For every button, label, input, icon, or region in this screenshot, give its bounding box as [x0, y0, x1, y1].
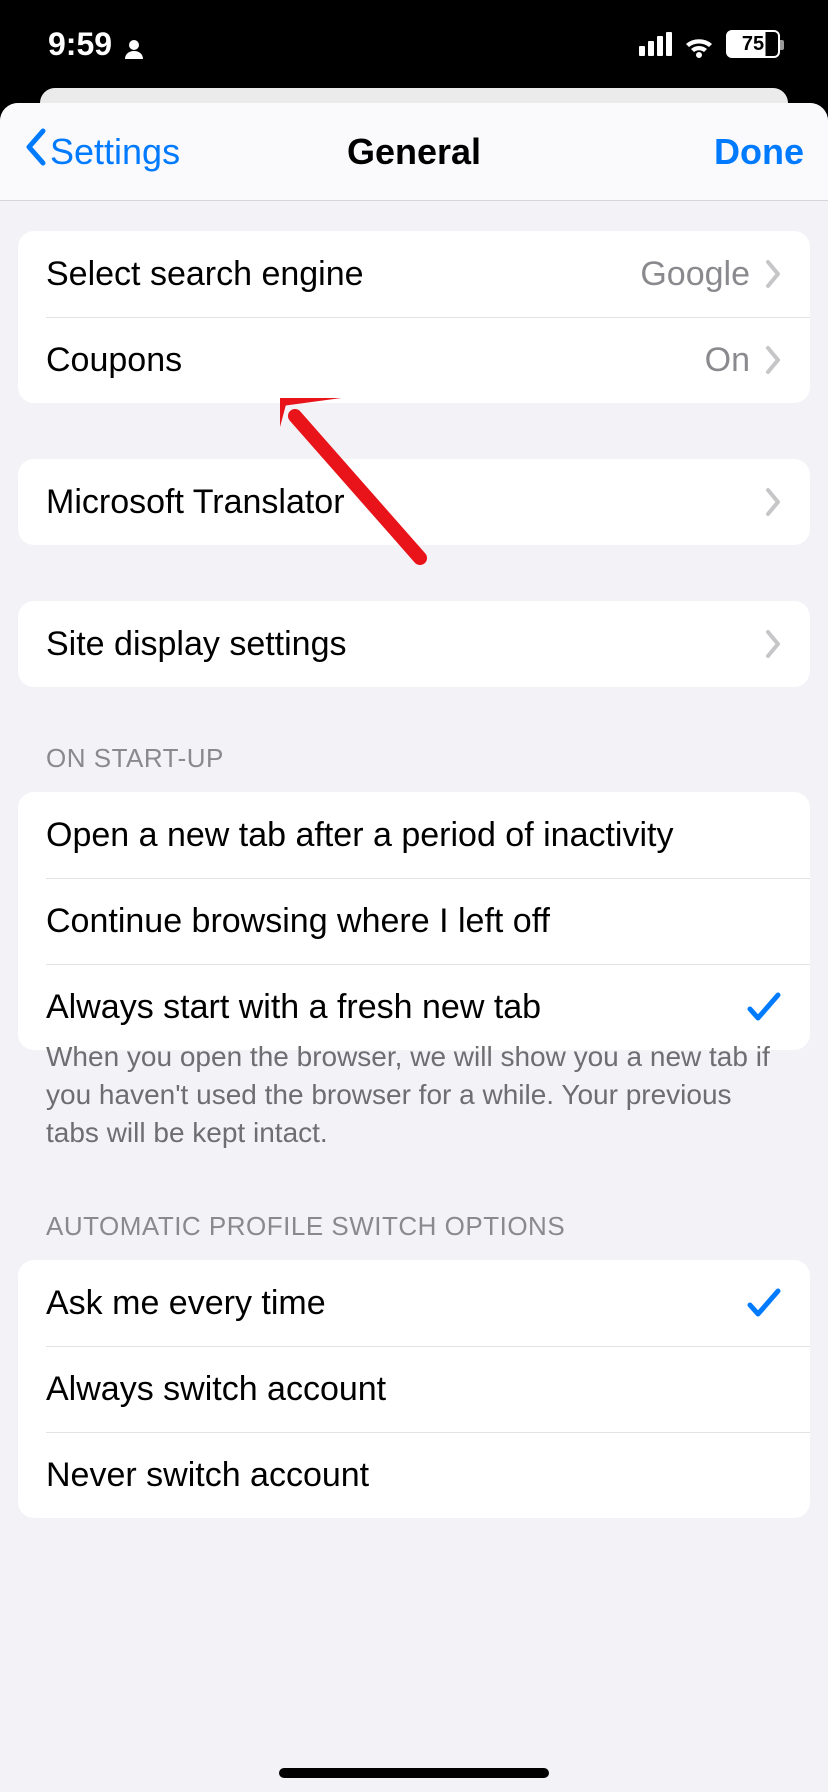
settings-group-translator: Microsoft Translator [18, 459, 810, 545]
row-startup-fresh[interactable]: Always start with a fresh new tab [18, 964, 810, 1050]
section-header-startup: ON START-UP [18, 743, 810, 792]
nav-bar: Settings General Done [0, 103, 828, 201]
settings-group-profile-switch: Ask me every time Always switch account … [18, 1260, 810, 1518]
battery-percent: 75 [742, 33, 764, 56]
chevron-right-icon [764, 259, 782, 289]
row-profile-always[interactable]: Always switch account [18, 1346, 810, 1432]
chevron-right-icon [764, 487, 782, 517]
home-indicator[interactable] [279, 1768, 549, 1778]
wifi-icon [684, 32, 714, 56]
status-bar: 9:59 75 [0, 0, 828, 88]
row-label: Microsoft Translator [46, 483, 764, 522]
row-site-display-settings[interactable]: Site display settings [18, 601, 810, 687]
row-startup-inactivity[interactable]: Open a new tab after a period of inactiv… [18, 792, 810, 878]
row-profile-never[interactable]: Never switch account [18, 1432, 810, 1518]
settings-group-basics: Select search engine Google Coupons On [18, 231, 810, 403]
row-microsoft-translator[interactable]: Microsoft Translator [18, 459, 810, 545]
chevron-left-icon [24, 128, 46, 176]
row-profile-ask[interactable]: Ask me every time [18, 1260, 810, 1346]
row-label: Open a new tab after a period of inactiv… [46, 816, 782, 855]
back-label: Settings [50, 131, 180, 173]
modal-backdrop-peek [40, 88, 788, 103]
row-label: Site display settings [46, 625, 764, 664]
row-label: Coupons [46, 341, 705, 380]
settings-group-site-display: Site display settings [18, 601, 810, 687]
cellular-signal-icon [639, 32, 672, 56]
section-header-profile-switch: AUTOMATIC PROFILE SWITCH OPTIONS [18, 1211, 810, 1260]
chevron-right-icon [764, 345, 782, 375]
back-button[interactable]: Settings [24, 128, 204, 176]
status-time: 9:59 [48, 26, 112, 63]
status-right: 75 [639, 30, 780, 58]
section-footer-startup: When you open the browser, we will show … [18, 1038, 810, 1211]
row-select-search-engine[interactable]: Select search engine Google [18, 231, 810, 317]
checkmark-icon [746, 991, 782, 1023]
settings-content[interactable]: Select search engine Google Coupons On [0, 201, 828, 1518]
page-title: General [204, 131, 624, 173]
row-label: Always start with a fresh new tab [46, 988, 746, 1027]
row-coupons[interactable]: Coupons On [18, 317, 810, 403]
row-label: Select search engine [46, 255, 640, 294]
settings-group-startup: Open a new tab after a period of inactiv… [18, 792, 810, 1050]
status-left: 9:59 [48, 26, 146, 63]
done-button[interactable]: Done [624, 131, 804, 173]
row-startup-continue[interactable]: Continue browsing where I left off [18, 878, 810, 964]
modal-sheet: Settings General Done Select search engi… [0, 88, 828, 1792]
row-value: On [705, 341, 750, 380]
row-label: Never switch account [46, 1456, 782, 1495]
row-label: Ask me every time [46, 1284, 746, 1323]
checkmark-icon [746, 1287, 782, 1319]
row-label: Continue browsing where I left off [46, 902, 782, 941]
battery-indicator: 75 [726, 30, 780, 58]
person-icon [122, 32, 146, 56]
row-label: Always switch account [46, 1370, 782, 1409]
row-value: Google [640, 255, 750, 294]
chevron-right-icon [764, 629, 782, 659]
settings-modal: Settings General Done Select search engi… [0, 103, 828, 1792]
